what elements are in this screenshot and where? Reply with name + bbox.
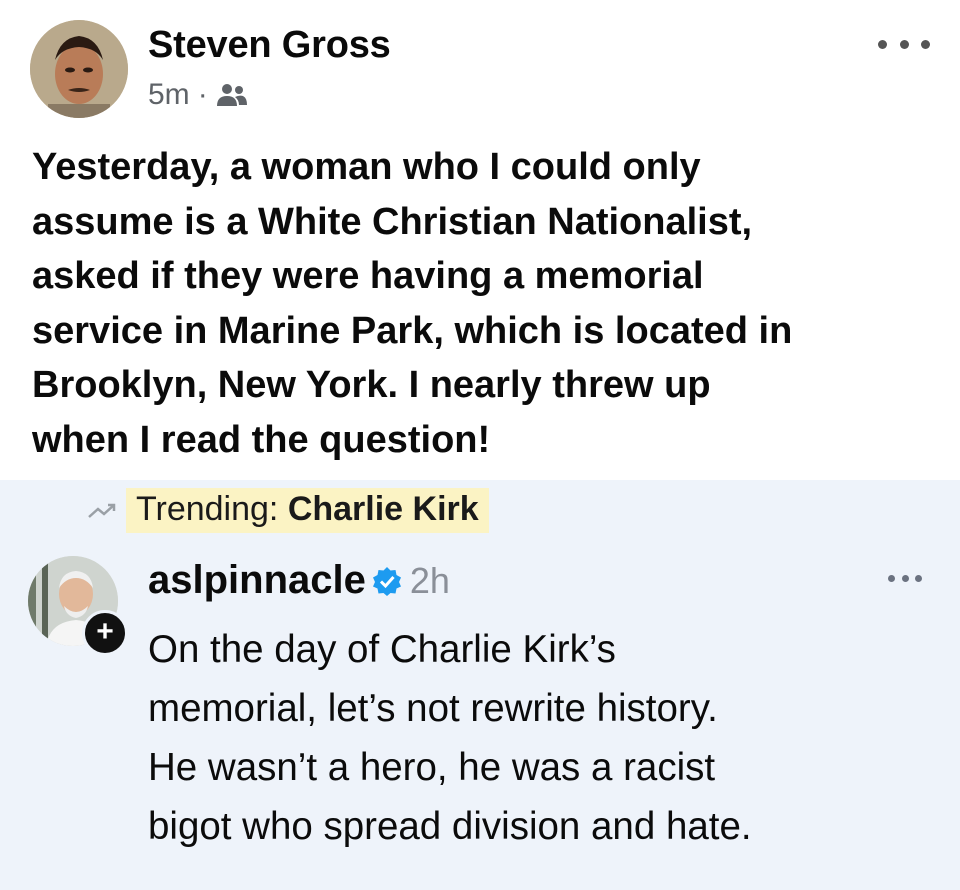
- author-avatar[interactable]: [30, 20, 128, 118]
- quoted-post-header: aslpinnacle 2h: [148, 558, 450, 603]
- more-dot: [921, 39, 930, 49]
- friends-icon[interactable]: [216, 82, 248, 108]
- author-photo: [30, 20, 128, 118]
- trending-icon: [88, 503, 116, 518]
- meta-separator: ·: [197, 78, 208, 111]
- more-dot: [899, 39, 909, 49]
- trending-label[interactable]: Trending: Charlie Kirk: [126, 488, 489, 533]
- post-body: Yesterday, a woman who I could only assu…: [32, 140, 942, 467]
- quoted-text-line: bigot who spread division and hate.: [148, 805, 752, 848]
- verified-badge-icon: [372, 566, 401, 596]
- post-text-line: service in Marine Park, which is located…: [32, 309, 793, 352]
- more-dot: [901, 574, 909, 582]
- post-meta: 5m ·: [148, 78, 248, 112]
- quoted-more-options-icon[interactable]: [888, 572, 922, 584]
- post-text-line: Brooklyn, New York. I nearly threw up: [32, 364, 711, 406]
- post-text-line: assume is a White Christian Nationalist,: [32, 200, 753, 243]
- post-text-line: asked if they were having a memorial: [32, 255, 704, 297]
- trending-prefix: Trending:: [136, 490, 288, 528]
- post-text-line: when I read the question!: [32, 418, 491, 461]
- quoted-username[interactable]: aslpinnacle: [148, 558, 366, 603]
- shared-post-card[interactable]: Trending: Charlie Kirk + aslpinnacle 2h …: [0, 480, 960, 890]
- quoted-post-body: On the day of Charlie Kirk’s memorial, l…: [148, 620, 948, 856]
- trending-row[interactable]: Trending: Charlie Kirk: [86, 488, 489, 533]
- post-text-line: Yesterday, a woman who I could only: [32, 146, 701, 188]
- facebook-post: Steven Gross 5m · Yesterday, a woman who…: [0, 0, 960, 476]
- quoted-text-line: On the day of Charlie Kirk’s: [148, 628, 616, 671]
- quoted-timestamp: 2h: [409, 559, 450, 601]
- more-dot: [888, 574, 895, 582]
- trending-topic: Charlie Kirk: [287, 490, 479, 528]
- more-options-icon[interactable]: [878, 32, 930, 56]
- quoted-text-line: He wasn’t a hero, he was a racist: [148, 746, 716, 789]
- more-dot: [878, 39, 887, 49]
- more-dot: [915, 574, 922, 582]
- author-name[interactable]: Steven Gross: [148, 24, 391, 67]
- quoted-text-line: memorial, let’s not rewrite history.: [148, 687, 718, 730]
- follow-plus-badge[interactable]: +: [82, 610, 128, 656]
- post-timestamp[interactable]: 5m: [148, 78, 190, 112]
